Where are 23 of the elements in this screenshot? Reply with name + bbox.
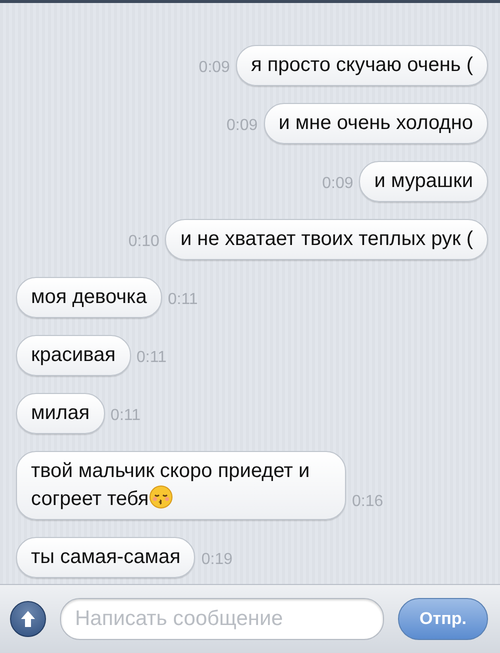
message-input[interactable]: Написать сообщение — [60, 598, 384, 640]
message-bubble: ты самая-самая — [16, 537, 196, 578]
message-bubble: твой мальчик скоро приедет и согреет тебя — [16, 451, 346, 520]
kissing-face-icon — [148, 485, 173, 509]
message-bubble: и мурашки — [359, 161, 488, 202]
arrow-up-icon — [21, 611, 35, 627]
message-bubble: я просто скучаю очень ( — [236, 45, 488, 86]
message-bubble: и не хватает твоих теплых рук ( — [165, 219, 488, 260]
send-button[interactable]: Отпр. — [398, 598, 488, 640]
message-time: 0:09 — [198, 59, 230, 78]
message-time: 0:09 — [226, 117, 258, 136]
message-time: 0:11 — [110, 407, 140, 426]
message-bubble: и мне очень холодно — [264, 103, 488, 144]
message-time: 0:19 — [201, 551, 233, 570]
message-bubble: милая — [16, 393, 105, 434]
message-bubble: красивая — [16, 335, 131, 376]
message-time: 0:11 — [168, 291, 198, 310]
message-time: 0:11 — [136, 349, 166, 368]
message-time: 0:09 — [322, 175, 354, 194]
message-time: 0:16 — [352, 493, 384, 512]
attach-button[interactable] — [10, 601, 46, 637]
message-bubble: моя девочка — [16, 277, 162, 318]
message-time: 0:10 — [128, 233, 160, 252]
